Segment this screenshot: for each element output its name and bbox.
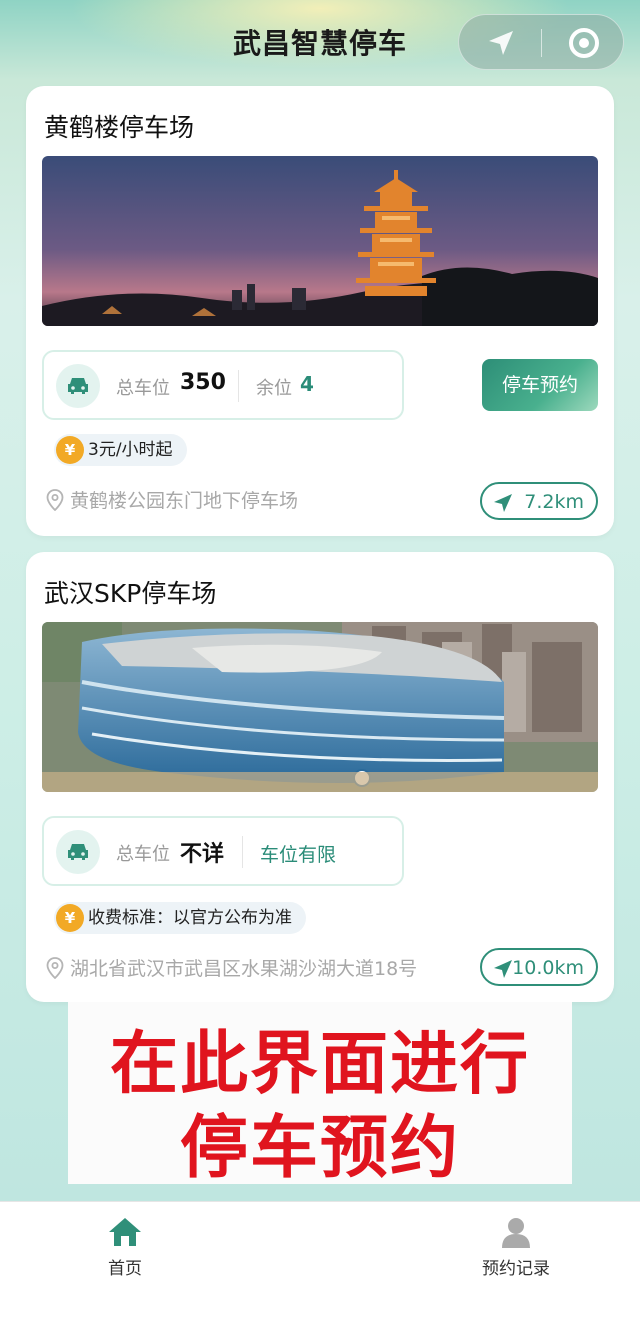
distance-button[interactable]: 7.2km (480, 482, 598, 520)
stat-divider (242, 836, 243, 868)
total-value: 不详 (180, 842, 225, 867)
header: 武昌智慧停车 (0, 0, 640, 86)
coin-icon: ¥ (56, 904, 84, 932)
availability-status: 车位有限 (260, 844, 337, 866)
parking-card[interactable]: 武汉SKP停车场 总车位 不详 车位有限 ¥ 收费标准：以官方公布为准 湖北省武… (26, 552, 614, 1002)
location-arrow-icon[interactable] (485, 27, 517, 59)
tab-records-label: 预约记录 (482, 1259, 550, 1279)
navigation-icon (494, 960, 512, 978)
tab-bar: 首页 预约记录 (0, 1201, 640, 1331)
coin-icon: ¥ (56, 436, 84, 464)
user-icon (502, 1218, 530, 1248)
capacity-box: 总车位 350 余位 4 (42, 350, 404, 420)
overlay-caption: 在此界面进行 停车预约 (68, 1002, 572, 1188)
tab-home-label: 首页 (108, 1259, 142, 1279)
price-text: 3元/小时起 (88, 440, 173, 460)
tab-records[interactable]: 预约记录 (456, 1216, 576, 1279)
navigation-icon (494, 494, 512, 512)
map-pin-icon (46, 489, 64, 511)
overlay-line-2: 停车预约 (179, 1109, 460, 1188)
lot-address: 湖北省武汉市武昌区水果湖沙湖大道18号 (46, 954, 417, 981)
distance-text: 10.0km (512, 957, 584, 979)
capacity-box: 总车位 不详 车位有限 (42, 816, 404, 886)
lot-photo (42, 622, 598, 792)
parking-card[interactable]: 黄鹤楼停车场 总车位 350 余位 4 停车预约 ¥ 3元/小时起 黄鹤楼公园东… (26, 86, 614, 536)
car-icon (56, 830, 100, 874)
home-icon (109, 1218, 141, 1246)
tab-home[interactable]: 首页 (65, 1216, 185, 1279)
reserve-button[interactable]: 停车预约 (482, 359, 598, 411)
car-icon (56, 364, 100, 408)
total-value: 350 (180, 370, 226, 395)
map-pin-icon (46, 957, 64, 979)
stat-divider (238, 370, 239, 402)
remain-value: 4 (300, 372, 314, 396)
distance-button[interactable]: 10.0km (480, 948, 598, 986)
total-label: 总车位 (116, 378, 170, 399)
lot-name: 黄鹤楼停车场 (44, 113, 195, 142)
remain-label: 余位 (256, 378, 292, 399)
address-text: 黄鹤楼公园东门地下停车场 (70, 490, 299, 512)
address-text: 湖北省武汉市武昌区水果湖沙湖大道18号 (70, 958, 418, 980)
distance-text: 7.2km (524, 491, 584, 513)
lot-address: 黄鹤楼公园东门地下停车场 (46, 486, 298, 513)
lot-name: 武汉SKP停车场 (44, 579, 217, 608)
lot-photo (42, 156, 598, 326)
capsule-divider (541, 29, 542, 57)
price-badge: ¥ 收费标准：以官方公布为准 (54, 902, 306, 934)
price-badge: ¥ 3元/小时起 (54, 434, 187, 466)
mini-program-capsule (458, 14, 624, 70)
target-icon[interactable] (567, 26, 601, 60)
price-text: 收费标准：以官方公布为准 (88, 908, 292, 928)
total-label: 总车位 (116, 844, 170, 865)
